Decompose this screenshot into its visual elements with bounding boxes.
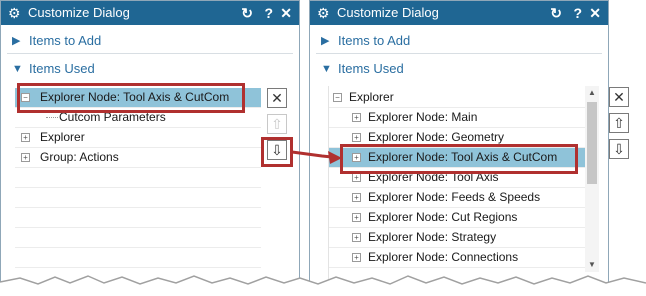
torn-edge [0, 275, 646, 296]
callout-arrow [291, 150, 342, 164]
